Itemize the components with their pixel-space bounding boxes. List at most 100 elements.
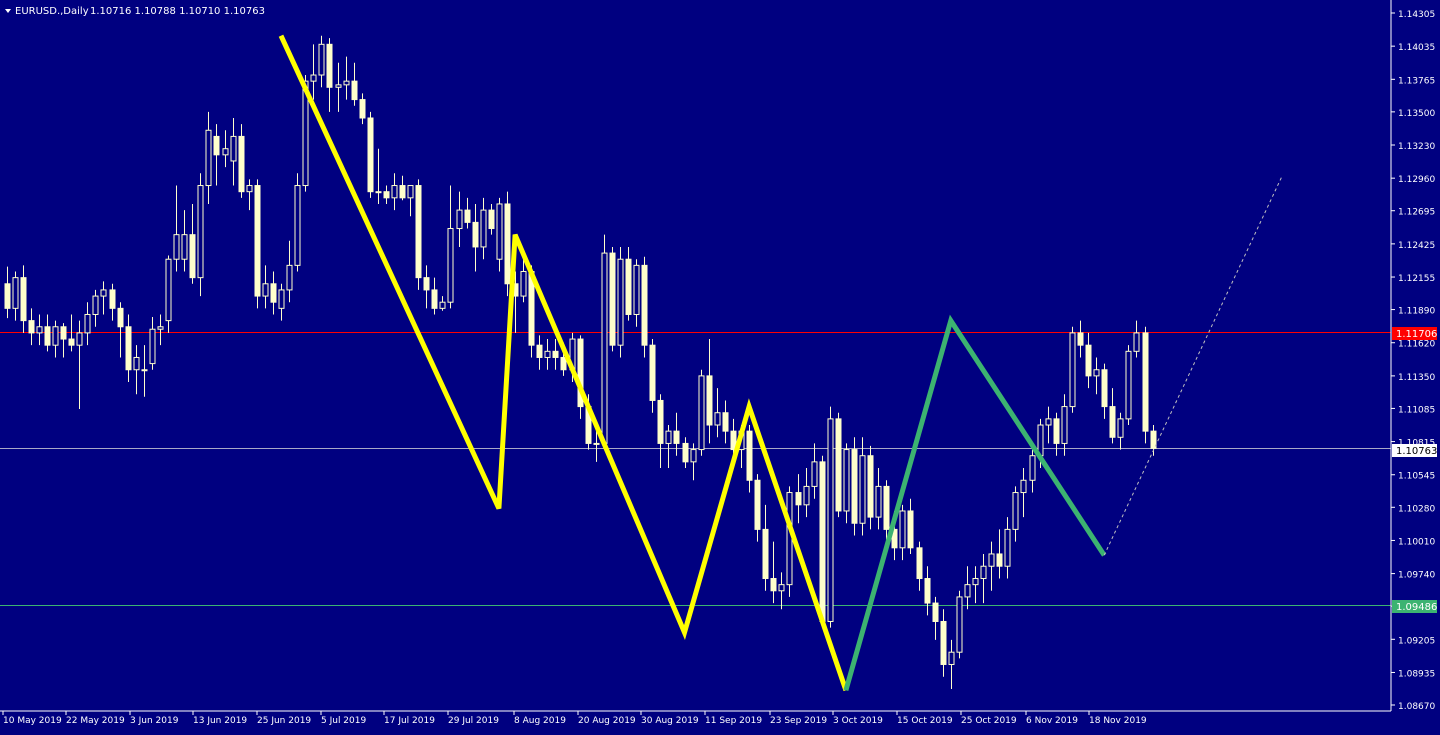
candle-body-bearish: [109, 289, 116, 309]
candle-body-bullish: [827, 418, 834, 622]
price-tick-label: 1.09205: [1398, 636, 1435, 646]
candle-body-bearish: [20, 277, 27, 322]
date-tick-label: 20 Aug 2019: [578, 716, 636, 726]
candle-body-bearish: [270, 283, 277, 303]
candle-body-bullish: [141, 369, 148, 372]
price-tick-label: 1.10010: [1398, 537, 1435, 547]
candle-body-bearish: [1142, 332, 1149, 432]
candle-body-bullish: [480, 209, 487, 248]
chart-window[interactable]: 1.14305 1.14035 1.13765 1.13500 1.13230 1.129…: [0, 0, 1440, 731]
date-tick-label: 5 Jul 2019: [321, 716, 366, 726]
candle-body-bullish: [899, 510, 906, 549]
candle-body-bullish: [12, 277, 19, 309]
candle-body-bullish: [1004, 528, 1011, 567]
candle-body-bullish: [601, 252, 608, 444]
candle-body-bullish: [262, 283, 269, 297]
candle-body-bullish: [165, 258, 172, 322]
price-chart[interactable]: 1.14305 1.14035 1.13765 1.13500 1.13230 1.129…: [0, 0, 1440, 731]
candle-body-bearish: [1109, 406, 1116, 438]
candle-body-bullish: [375, 191, 382, 194]
candle-body-bullish: [859, 455, 866, 524]
candle-body-bearish: [399, 185, 406, 199]
date-tick-label: 25 Oct 2019: [961, 716, 1017, 726]
price-tick-label: 1.14305: [1398, 10, 1435, 20]
candle-body-bearish: [932, 602, 939, 622]
candle-body-bullish: [173, 234, 180, 260]
candle-body-bullish: [133, 356, 140, 371]
price-tick-label: 1.12425: [1398, 241, 1435, 251]
candle-body-bullish: [786, 492, 793, 586]
candle-body-bullish: [1069, 332, 1076, 408]
candle-body-bearish: [746, 430, 753, 481]
date-tick-label: 23 Sep 2019: [770, 716, 827, 726]
candle-body-bullish: [222, 148, 229, 156]
price-tick-label: 1.13500: [1398, 109, 1435, 119]
price-tick-label: 1.11350: [1398, 373, 1435, 383]
candle-body-bullish: [633, 264, 640, 315]
candle-body-bearish: [907, 510, 914, 549]
candle-body-bearish: [722, 412, 729, 432]
price-tick-label: 1.11890: [1398, 307, 1435, 317]
candle-body-bearish: [415, 185, 422, 279]
candle-body-bullish: [76, 332, 83, 346]
candle-body-bullish: [803, 485, 810, 506]
candle-body-bearish: [326, 43, 333, 88]
candle-body-bullish: [84, 313, 91, 334]
date-tick-label: 15 Oct 2019: [897, 716, 953, 726]
candle-body-bullish: [1117, 418, 1124, 438]
candle-body-bullish: [1061, 406, 1068, 444]
price-tick-label: 1.09740: [1398, 571, 1435, 581]
chart-background: [0, 0, 1440, 731]
candle-body-bearish: [625, 258, 632, 315]
date-tick-label: 17 Jul 2019: [384, 716, 435, 726]
candle-body-bearish: [472, 221, 479, 248]
price-tick-label: 1.10545: [1398, 472, 1435, 482]
current-price-label: 1.10763: [1396, 446, 1437, 457]
price-tick-label: 1.11620: [1398, 340, 1435, 350]
candle-body-bearish: [4, 283, 11, 309]
candle-body-bullish: [496, 203, 503, 260]
candle-body-bullish: [391, 185, 398, 199]
candle-body-bearish: [883, 485, 890, 530]
candle-body-bearish: [552, 350, 559, 358]
candle-body-bullish: [875, 485, 882, 518]
date-tick-label: 22 May 2019: [66, 716, 125, 726]
candle-body-bullish: [230, 135, 237, 162]
candle-body-bullish: [92, 295, 99, 315]
candle-body-bullish: [456, 209, 463, 230]
candle-body-bearish: [609, 252, 616, 346]
price-tick-label: 1.12695: [1398, 208, 1435, 218]
candle-body-bearish: [117, 307, 124, 328]
candle-body-bearish: [28, 320, 35, 334]
candle-body-bearish: [254, 185, 261, 297]
price-tick-label: 1.14035: [1398, 43, 1435, 53]
candle-body-bullish: [964, 584, 971, 598]
candle-body-bearish: [916, 547, 923, 580]
candle-body-bullish: [286, 264, 293, 291]
candle-body-bearish: [649, 344, 656, 401]
candle-body-bullish: [197, 185, 204, 279]
candle-body-bearish: [125, 326, 132, 371]
support-price-label: 1.09486: [1396, 602, 1437, 613]
candle-body-bearish: [536, 344, 543, 358]
candle-body-bullish: [520, 271, 527, 297]
candle-body-bullish: [1012, 492, 1019, 530]
candle-body-bullish: [948, 651, 955, 665]
candle-body-bearish: [383, 191, 390, 199]
candle-body-bullish: [447, 228, 454, 303]
candle-body-bearish: [682, 442, 689, 463]
date-tick-label: 6 Nov 2019: [1026, 716, 1078, 726]
candle-body-bearish: [488, 209, 495, 230]
candle-body-bearish: [504, 203, 511, 285]
candle-body-bearish: [464, 209, 471, 223]
candle-body-bearish: [213, 135, 220, 156]
date-tick-label: 3 Jun 2019: [130, 716, 179, 726]
candle-body-bullish: [407, 185, 414, 199]
candle-body-bearish: [706, 375, 713, 426]
candle-body-bullish: [246, 185, 253, 193]
candle-body-bullish: [714, 412, 721, 426]
candle-body-bullish: [1133, 332, 1140, 352]
candle-body-bearish: [940, 620, 947, 665]
ohlc-values: 1.10716 1.10788 1.10710 1.10763: [90, 6, 265, 17]
chart-header: EURUSD.,Daily 1.10716 1.10788 1.10710 1.…: [5, 6, 265, 17]
